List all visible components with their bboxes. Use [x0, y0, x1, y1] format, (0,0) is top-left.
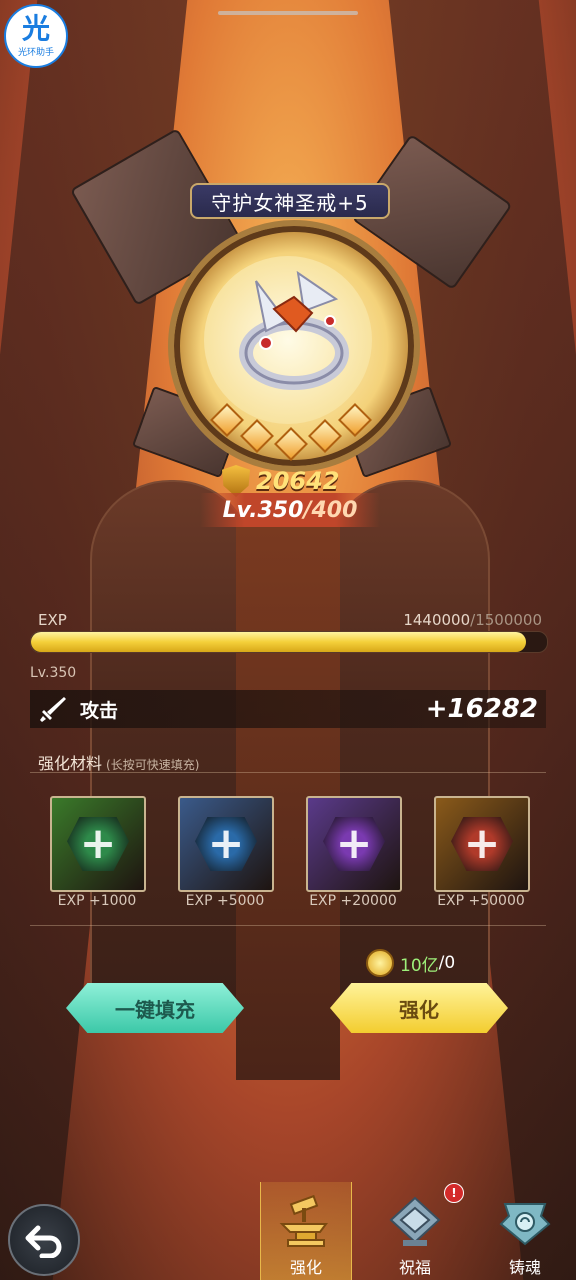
helper-logo[interactable]: 光 光环助手 — [4, 4, 68, 68]
gold-cost: 10亿 /0 — [366, 949, 456, 977]
divider — [30, 925, 546, 926]
add-icon: + — [207, 818, 245, 869]
add-icon: + — [335, 818, 373, 869]
item-level-max: /400 — [303, 497, 358, 523]
exp-values: 1440000/1500000 — [403, 611, 542, 629]
exp-max: /1500000 — [470, 611, 542, 629]
attribute-row: 攻击 +16282 — [30, 690, 546, 728]
gold-need: /0 — [438, 953, 456, 973]
star-icon — [240, 419, 274, 453]
blessing-icon — [389, 1196, 441, 1246]
exp-label: EXP — [38, 611, 67, 629]
material-gem-icon: + — [451, 817, 513, 871]
attribute-value: +16282 — [425, 694, 538, 724]
tab-enhance[interactable]: 强化 — [260, 1182, 352, 1280]
helper-logo-glyph: 光 — [21, 11, 50, 45]
anvil-icon — [279, 1194, 328, 1247]
star-icon — [308, 419, 342, 453]
item-level-current: Lv.350 — [222, 497, 304, 523]
materials-hint: (长按可快速填充) — [106, 758, 200, 772]
top-drag-handle[interactable] — [218, 11, 358, 15]
material-slot[interactable]: + — [434, 796, 530, 892]
material-gem-icon: + — [323, 817, 385, 871]
sword-icon — [40, 697, 66, 722]
exp-current: 1440000 — [403, 611, 471, 629]
material-slot[interactable]: + — [306, 796, 402, 892]
tab-blessing-label: 祝福 — [398, 1258, 431, 1277]
star-icon — [210, 403, 244, 437]
enhance-button[interactable]: 强化 — [330, 983, 508, 1033]
star-icon — [338, 403, 372, 437]
combat-power-value: 20642 — [256, 467, 340, 495]
level-caption: Lv.350 — [30, 665, 77, 681]
tab-soul-cast-label: 铸魂 — [508, 1258, 541, 1277]
star-icon — [274, 427, 308, 461]
back-arrow-icon — [25, 1225, 62, 1258]
gold-coin-icon — [366, 949, 394, 977]
material-slot[interactable]: + — [50, 796, 146, 892]
materials-title: 强化材料 (长按可快速填充) — [38, 750, 199, 774]
exp-progress-bar — [30, 631, 548, 653]
item-level: Lv.350 /400 — [200, 493, 380, 527]
material-gem-icon: + — [67, 817, 129, 871]
gold-have: 10亿 — [400, 955, 439, 976]
star-rating — [209, 403, 372, 461]
back-button[interactable] — [8, 1204, 80, 1276]
add-icon: + — [463, 818, 501, 869]
auto-fill-button[interactable]: 一键填充 — [66, 983, 244, 1033]
tab-soul-cast[interactable]: 铸魂 — [480, 1182, 570, 1280]
exp-progress-fill — [31, 632, 527, 652]
material-label: EXP +1000 — [57, 893, 137, 909]
material-label: EXP +20000 — [309, 893, 397, 909]
add-icon: + — [79, 818, 117, 869]
material-slot[interactable]: + — [178, 796, 274, 892]
helper-logo-text: 光环助手 — [17, 47, 54, 58]
materials-title-text: 强化材料 — [38, 754, 103, 773]
tab-enhance-label: 强化 — [289, 1258, 322, 1277]
material-gem-icon: + — [195, 817, 257, 871]
ring-icon — [239, 271, 349, 390]
material-label: EXP +50000 — [437, 893, 525, 909]
item-name-label: 守护女神圣戒+5 — [190, 183, 390, 219]
soul-cast-icon — [499, 1203, 551, 1246]
attribute-name: 攻击 — [80, 699, 119, 722]
notification-badge: ! — [444, 1183, 464, 1203]
material-label: EXP +5000 — [185, 893, 265, 909]
divider — [30, 772, 546, 773]
